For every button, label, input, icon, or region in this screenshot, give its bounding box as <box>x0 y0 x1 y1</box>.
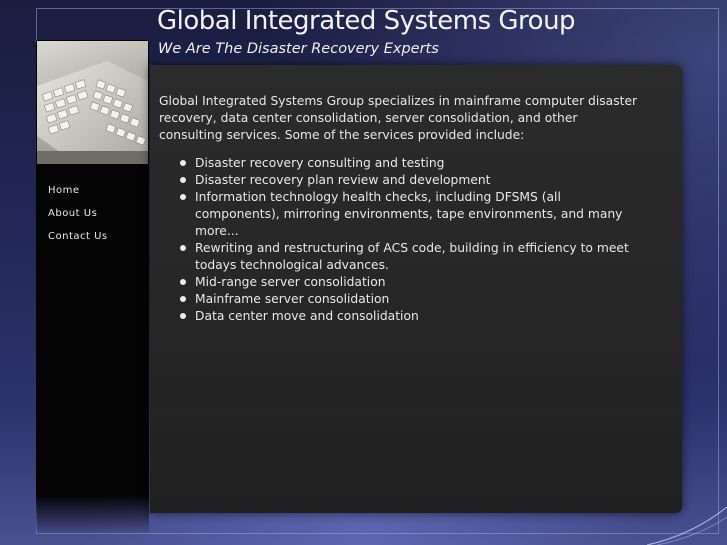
service-item: Mainframe server consolidation <box>180 291 639 308</box>
bullet-icon <box>180 313 186 319</box>
intro-paragraph: Global Integrated Systems Group speciali… <box>159 94 638 142</box>
service-text: Disaster recovery plan review and develo… <box>195 173 491 187</box>
service-text: Disaster recovery consulting and testing <box>195 156 445 170</box>
nav-home[interactable]: Home <box>48 184 108 207</box>
service-item: Rewriting and restructuring of ACS code,… <box>180 240 639 274</box>
content-panel: Global Integrated Systems Group speciali… <box>150 65 682 513</box>
service-text: Data center move and consolidation <box>195 309 419 323</box>
service-item: Disaster recovery consulting and testing <box>180 155 639 172</box>
site-tagline: We Are The Disaster Recovery Experts <box>158 41 439 57</box>
content-body: Global Integrated Systems Group speciali… <box>159 93 639 325</box>
bullet-icon <box>180 194 186 200</box>
bullet-icon <box>180 279 186 285</box>
nav-contact-us[interactable]: Contact Us <box>48 230 108 253</box>
service-item: Disaster recovery plan review and develo… <box>180 172 639 189</box>
keyboard-photo <box>37 41 148 164</box>
corner-swoosh-decoration <box>647 506 727 545</box>
nav-about-us[interactable]: About Us <box>48 207 108 230</box>
services-list: Disaster recovery consulting and testing… <box>159 155 639 325</box>
service-item: Mid-range server consolidation <box>180 274 639 291</box>
keyboard-image <box>37 61 148 164</box>
service-text: Rewriting and restructuring of ACS code,… <box>195 241 629 272</box>
service-text: Mid-range server consolidation <box>195 275 386 289</box>
bullet-icon <box>180 245 186 251</box>
service-item: Information technology health checks, in… <box>180 189 639 240</box>
service-text: Information technology health checks, in… <box>195 190 623 238</box>
bullet-icon <box>180 160 186 166</box>
bullet-icon <box>180 177 186 183</box>
bullet-icon <box>180 296 186 302</box>
service-item: Data center move and consolidation <box>180 308 639 325</box>
sidebar-fade <box>36 495 149 535</box>
service-text: Mainframe server consolidation <box>195 292 390 306</box>
main-nav: Home About Us Contact Us <box>48 184 108 253</box>
site-title: Global Integrated Systems Group <box>157 6 576 36</box>
